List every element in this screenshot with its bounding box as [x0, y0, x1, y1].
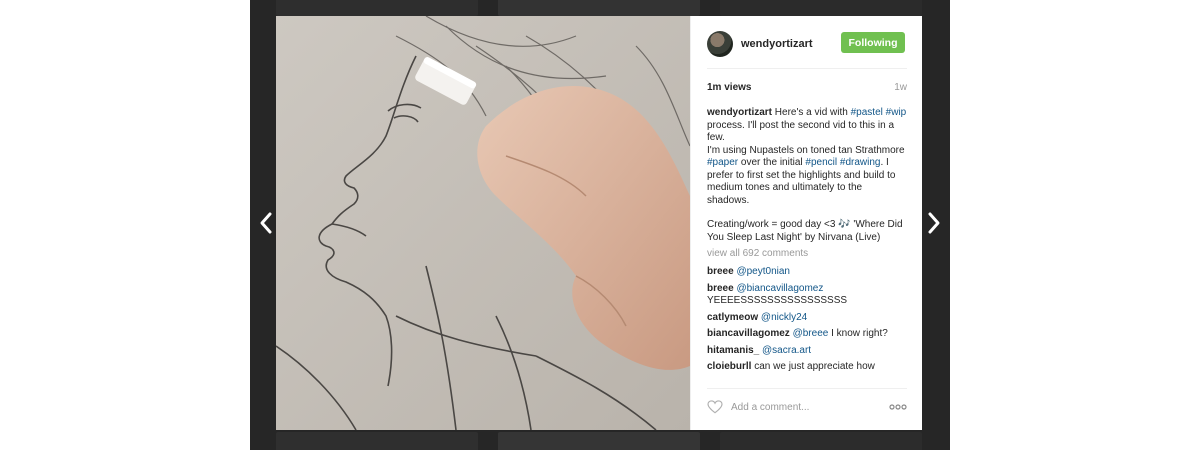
background-thumbnail	[720, 0, 922, 16]
hashtag-pencil[interactable]: #pencil	[805, 157, 837, 168]
view-count: 1m views	[707, 82, 752, 93]
caption: wendyortizart Here's a vid with #pastel …	[707, 107, 907, 244]
comment-user[interactable]: breee	[707, 266, 734, 277]
hashtag-drawing[interactable]: #drawing	[840, 157, 881, 168]
divider	[707, 388, 907, 389]
comment: cloieburll can we just appreciate how	[707, 361, 907, 374]
comment-text: YEEEESSSSSSSSSSSSSSSS	[707, 295, 848, 306]
add-comment-input[interactable]	[731, 401, 871, 413]
comment-user[interactable]: hitamanis_	[707, 345, 759, 356]
comment-text: can we just appreciate how	[751, 361, 875, 372]
post-details-panel: wendyortizart Following 1m views 1w wend…	[690, 16, 922, 430]
caption-text: process. I'll post the second vid to thi…	[707, 119, 895, 144]
comment-mention[interactable]: @nickly24	[761, 312, 807, 323]
post-video[interactable]	[276, 16, 690, 430]
heart-icon[interactable]	[707, 400, 723, 414]
divider	[707, 68, 907, 69]
chevron-right-icon	[928, 212, 940, 234]
comment: biancavillagomez @breee I know right?	[707, 328, 907, 341]
caption-text: over the initial	[738, 157, 806, 168]
comment-mention[interactable]: @biancavillagomez	[736, 283, 823, 294]
post-age[interactable]: 1w	[894, 82, 907, 93]
comment: breee @peyt0nian	[707, 266, 907, 279]
add-comment-row	[707, 398, 907, 416]
comment: catlymeow @nickly24	[707, 312, 907, 325]
view-all-comments-link[interactable]: view all 692 comments	[707, 248, 907, 262]
comment: breee @biancavillagomez YEEEESSSSSSSSSSS…	[707, 283, 907, 308]
comment-user[interactable]: catlymeow	[707, 312, 758, 323]
post-modal: wendyortizart Following 1m views 1w wend…	[276, 16, 922, 430]
comment-user[interactable]: cloieburll	[707, 361, 751, 372]
hashtag-pastel[interactable]: #pastel	[851, 107, 883, 118]
next-post-button[interactable]	[922, 208, 946, 238]
comments-feed[interactable]: wendyortizart Here's a vid with #pastel …	[707, 107, 907, 383]
pencil-drawing-image	[276, 16, 690, 430]
comment-user[interactable]: breee	[707, 283, 734, 294]
caption-author[interactable]: wendyortizart	[707, 107, 772, 118]
chevron-left-icon	[260, 212, 272, 234]
caption-text: Creating/work = good day <3 🎶 'Where Did…	[707, 219, 903, 243]
background-thumbnail	[276, 432, 478, 450]
comment-text: I know right?	[828, 328, 888, 339]
background-thumbnail	[498, 432, 700, 450]
background-thumbnail	[720, 432, 922, 450]
avatar[interactable]	[707, 31, 733, 57]
hashtag-wip[interactable]: #wip	[886, 107, 907, 118]
background-thumbnail	[276, 0, 478, 16]
comment: hitamanis_ @sacra.art	[707, 345, 907, 358]
comment-user[interactable]: biancavillagomez	[707, 328, 790, 339]
hashtag-paper[interactable]: #paper	[707, 157, 738, 168]
caption-text: Here's a vid with	[772, 107, 851, 118]
comment-mention[interactable]: @sacra.art	[762, 345, 811, 356]
more-options-icon[interactable]	[889, 402, 907, 412]
following-button[interactable]: Following	[841, 32, 905, 53]
comment-mention[interactable]: @breee	[793, 328, 829, 339]
comment-mention[interactable]: @peyt0nian	[736, 266, 790, 277]
previous-post-button[interactable]	[254, 208, 278, 238]
caption-text: I'm using Nupastels on toned tan Strathm…	[707, 144, 905, 156]
post-stats: 1m views 1w	[707, 82, 907, 96]
stage: wendyortizart Following 1m views 1w wend…	[0, 0, 1200, 450]
background-thumbnail	[498, 0, 700, 16]
